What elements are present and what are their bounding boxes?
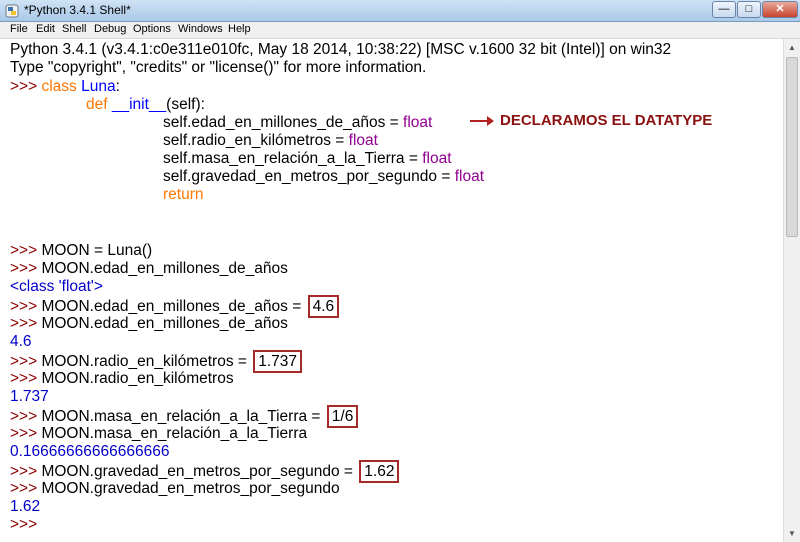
prompt: >>> bbox=[10, 516, 38, 533]
banner-line: Python 3.4.1 (v3.4.1:c0e311e010fc, May 1… bbox=[10, 41, 672, 58]
builtin-float: float bbox=[403, 114, 433, 131]
datatype-annotation: DECLARAMOS EL DATATYPE bbox=[470, 112, 712, 129]
statement: MOON.masa_en_relación_a_la_Tierra bbox=[41, 425, 308, 442]
menu-shell[interactable]: Shell bbox=[62, 23, 86, 35]
keyword: def bbox=[86, 96, 108, 113]
prompt: >>> bbox=[10, 463, 38, 480]
highlighted-value: 4.6 bbox=[307, 295, 340, 318]
output-line: 1.737 bbox=[10, 388, 49, 405]
code-line: >>> MOON.edad_en_millones_de_años bbox=[10, 315, 288, 333]
vertical-scrollbar[interactable]: ▲ ▼ bbox=[783, 39, 800, 542]
statement: MOON.gravedad_en_metros_por_segundo bbox=[41, 480, 340, 497]
builtin-float: float bbox=[348, 132, 378, 149]
statement: MOON.edad_en_millones_de_años bbox=[41, 315, 288, 332]
code-line: >>> class Luna: bbox=[10, 78, 120, 96]
output-line: 0.16666666666666666 bbox=[10, 443, 170, 460]
arrow-right-icon bbox=[470, 116, 494, 127]
menu-options[interactable]: Options bbox=[133, 23, 171, 35]
statement: MOON.masa_en_relación_a_la_Tierra = bbox=[41, 408, 325, 425]
statement: MOON.edad_en_millones_de_años bbox=[41, 260, 288, 277]
code-line: >>> MOON.radio_en_kilómetros bbox=[10, 370, 234, 388]
output-line: <class 'float'> bbox=[10, 278, 103, 295]
close-button[interactable]: ✕ bbox=[762, 1, 798, 18]
highlighted-value: 1.62 bbox=[359, 460, 400, 483]
attribute-assignment: self.gravedad_en_metros_por_segundo = bbox=[163, 168, 455, 185]
builtin-float: float bbox=[454, 168, 485, 185]
attribute-assignment: self.edad_en_millones_de_años = bbox=[163, 114, 404, 131]
highlighted-value: 1/6 bbox=[326, 405, 359, 428]
output-line: 4.6 bbox=[10, 333, 32, 350]
attribute-assignment: self.masa_en_relación_a_la_Tierra = bbox=[163, 150, 423, 167]
code-line: >>> MOON.edad_en_millones_de_años bbox=[10, 260, 288, 278]
scrollbar-thumb[interactable] bbox=[786, 57, 798, 237]
prompt: >>> bbox=[10, 242, 38, 259]
menu-help[interactable]: Help bbox=[228, 23, 251, 35]
menu-debug[interactable]: Debug bbox=[94, 23, 126, 35]
prompt: >>> bbox=[10, 298, 38, 315]
prompt: >>> bbox=[10, 260, 38, 277]
punctuation: : bbox=[115, 78, 120, 95]
statement: MOON.gravedad_en_metros_por_segundo = bbox=[41, 463, 358, 480]
statement: MOON.radio_en_kilómetros bbox=[41, 370, 234, 387]
banner-line: Type "copyright", "credits" or "license(… bbox=[10, 59, 427, 76]
highlighted-value: 1.737 bbox=[253, 350, 303, 373]
shell-text-area[interactable]: Python 3.4.1 (v3.4.1:c0e311e010fc, May 1… bbox=[0, 39, 783, 542]
statement: MOON.radio_en_kilómetros = bbox=[41, 353, 252, 370]
function-args: (self): bbox=[166, 96, 205, 113]
menu-file[interactable]: File bbox=[10, 23, 28, 35]
scroll-down-arrow-icon[interactable]: ▼ bbox=[785, 526, 799, 541]
menu-bar: File Edit Shell Debug Options Windows He… bbox=[0, 22, 800, 39]
prompt: >>> bbox=[10, 78, 38, 95]
code-line: >>> MOON.masa_en_relación_a_la_Tierra bbox=[10, 425, 307, 443]
code-line: self.radio_en_kilómetros = float bbox=[163, 132, 378, 150]
output-line: 1.62 bbox=[10, 498, 41, 515]
class-name: Luna bbox=[81, 78, 116, 95]
builtin-float: float bbox=[422, 150, 452, 167]
menu-edit[interactable]: Edit bbox=[36, 23, 55, 35]
function-name: __init__ bbox=[111, 96, 167, 113]
return-keyword: return bbox=[163, 186, 204, 203]
statement: MOON = Luna() bbox=[41, 242, 153, 259]
annotation-text: DECLARAMOS EL DATATYPE bbox=[500, 112, 713, 129]
keyword: class bbox=[41, 78, 77, 95]
prompt: >>> bbox=[10, 408, 38, 425]
python-idle-icon bbox=[5, 4, 19, 18]
attribute-assignment: self.radio_en_kilómetros = bbox=[163, 132, 349, 149]
code-line: >>> bbox=[10, 516, 37, 534]
title-bar: *Python 3.4.1 Shell* — □ ✕ bbox=[0, 0, 800, 22]
minimize-button[interactable]: — bbox=[712, 1, 736, 18]
code-line: >>> MOON.gravedad_en_metros_por_segundo bbox=[10, 480, 340, 498]
prompt: >>> bbox=[10, 315, 38, 332]
maximize-button[interactable]: □ bbox=[737, 1, 761, 18]
menu-windows[interactable]: Windows bbox=[178, 23, 223, 35]
prompt: >>> bbox=[10, 370, 38, 387]
code-line: def __init__(self): bbox=[86, 96, 205, 114]
code-line: self.masa_en_relación_a_la_Tierra = floa… bbox=[163, 150, 452, 168]
statement: MOON.edad_en_millones_de_años = bbox=[41, 298, 306, 315]
shell-transcript: Python 3.4.1 (v3.4.1:c0e311e010fc, May 1… bbox=[0, 39, 783, 542]
code-line: >>> MOON = Luna() bbox=[10, 242, 152, 260]
prompt: >>> bbox=[10, 353, 38, 370]
prompt: >>> bbox=[10, 425, 38, 442]
prompt: >>> bbox=[10, 480, 38, 497]
scroll-up-arrow-icon[interactable]: ▲ bbox=[785, 40, 799, 55]
code-line: self.edad_en_millones_de_años = float bbox=[163, 114, 432, 132]
window-title: *Python 3.4.1 Shell* bbox=[24, 3, 131, 17]
code-line: self.gravedad_en_metros_por_segundo = fl… bbox=[163, 168, 484, 186]
